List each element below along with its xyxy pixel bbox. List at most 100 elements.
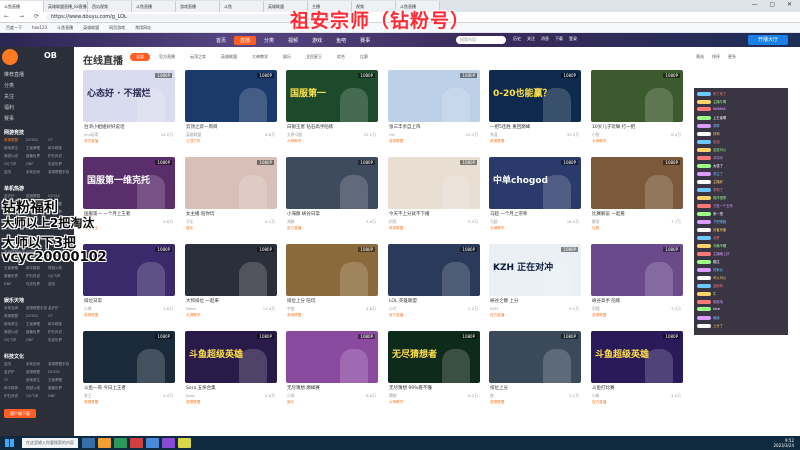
sidebar-game-link[interactable]: QQ飞车 — [48, 274, 61, 279]
stream-thumbnail[interactable]: 1080P — [388, 70, 480, 122]
stream-title[interactable]: 10岁儿子玩嘛 打一把 — [592, 124, 682, 130]
stream-thumbnail[interactable]: 1080P 斗鱼超级英雄 — [591, 331, 683, 383]
sidebar-item[interactable]: 福利 — [4, 104, 14, 111]
streamer-name[interactable]: 可乐 — [186, 219, 194, 225]
stream-title[interactable]: 比赛解说 一起看 — [592, 211, 682, 217]
sidebar-game-link[interactable]: 魔兽世界 — [4, 274, 18, 279]
stream-tag[interactable]: 官方直播 — [389, 313, 403, 318]
streamer-name[interactable]: 小美 — [84, 306, 92, 312]
streamer-name[interactable]: 英雄联盟 — [186, 132, 201, 138]
bookmark-link[interactable]: hao123 — [32, 25, 47, 30]
stream-tag[interactable]: 英雄联盟 — [84, 400, 98, 405]
app-icon[interactable] — [146, 438, 159, 448]
sidebar-game-link[interactable]: DNF — [26, 338, 33, 342]
stream-title[interactable]: 排位上分 — [490, 385, 580, 391]
stream-thumbnail[interactable]: 1080P 无尽猜想者 — [388, 331, 480, 383]
streamer-name[interactable]: 宇宙 — [287, 306, 295, 312]
stream-thumbnail[interactable]: 1080P 中单chogod — [489, 157, 581, 209]
sidebar-game-link[interactable]: 金铲铲 — [48, 306, 59, 311]
stream-card[interactable]: 1080P 国服第一 白银王者 钻石高手陪练 太原马超 22.1万 大神教学 — [286, 70, 378, 154]
sidebar-game-link[interactable]: 永劫无间 — [4, 306, 18, 311]
stream-card[interactable]: 1080P 心态好 · 不摆烂 台湾小姐姐好好说话 Jinx玩家 15.2万 官方直播 — [83, 70, 175, 154]
windows-start-icon[interactable] — [5, 439, 14, 447]
stream-thumbnail[interactable]: 1080P — [591, 244, 683, 296]
sidebar-game-link[interactable]: 坦克世界 — [26, 282, 40, 287]
stream-title[interactable]: LOL 英雄联盟 — [389, 298, 479, 304]
nav-item[interactable]: 首页 — [210, 36, 232, 45]
nav-item[interactable]: 分类 — [258, 36, 280, 45]
stream-card[interactable]: 1080P 无尽猜想 巅峰赛 小雨 6.6万 娱乐 — [286, 331, 378, 415]
sidebar-game-link[interactable]: DNF — [4, 282, 11, 286]
sidebar-game-link[interactable]: 王者荣耀 — [26, 146, 40, 151]
sidebar-game-link[interactable]: 炉石传说 — [4, 394, 18, 399]
streamer-name[interactable]: 小新 — [592, 393, 600, 399]
stream-card[interactable]: 1080P 张三丰亲自上阵 Uzi 12.3万 英雄联盟 — [388, 70, 480, 154]
sidebar-game-link[interactable]: DOTA2 — [48, 370, 60, 374]
filter-tab[interactable]: 大神教学 — [246, 53, 274, 61]
stream-card[interactable]: 1080P 中单chogod 马超 一个月上宗师 马超 18.0万 大神教学 — [489, 157, 581, 241]
browser-tab[interactable]: 斗鱼直播 — [0, 1, 44, 12]
sidebar-game-link[interactable]: 坦克世界 — [48, 338, 62, 343]
stream-card[interactable]: 1080P 10岁儿子玩嘛 打一把 小智 6.4万 大神教学 — [591, 70, 683, 154]
streamer-name[interactable]: Faker — [186, 306, 196, 311]
stream-card[interactable]: 1080P 国服第一维克托 国服第一 一个月上王者 鼎鼎 9.8万 全民星王 — [83, 157, 175, 241]
header-icon-link[interactable]: 登录 — [569, 36, 577, 41]
streamer-name[interactable]: 阿亮 — [389, 219, 397, 225]
bookmark-link[interactable]: 网页游戏 — [109, 25, 125, 30]
stream-card[interactable]: 1080P 排位上分 陪玩 宇宙 4.8万 英雄联盟 — [286, 244, 378, 328]
stream-card[interactable]: 1080P 斗鱼超级英雄 Sora 五杀合集 Sora 2.8万 英雄联盟 — [185, 331, 277, 415]
stream-title[interactable]: 无尽猜想 巅峰赛 — [287, 385, 377, 391]
sidebar-game-link[interactable]: 永劫无间 — [26, 362, 40, 367]
streamer-name[interactable]: 小智 — [592, 132, 600, 138]
filter-tab[interactable]: 官方直播 — [153, 53, 181, 61]
sidebar-game-link[interactable]: CF — [48, 314, 52, 318]
app-icon[interactable] — [162, 438, 175, 448]
stream-tag[interactable]: 英雄联盟 — [84, 313, 98, 318]
filter-tab[interactable]: 比赛 — [354, 53, 374, 61]
streamer-name[interactable]: 老王 — [84, 393, 92, 399]
sidebar-game-link[interactable]: 坦克世界 — [48, 162, 62, 167]
taskbar-search[interactable]: 在这里输入你要搜索的内容 — [22, 438, 78, 448]
stream-title[interactable]: 张三丰亲自上阵 — [389, 124, 479, 130]
sidebar-game-link[interactable]: 绝地求生 — [4, 322, 18, 327]
stream-card[interactable]: 1080P KZH 正在对冲 峡谷之巅 上分 KZH 9.1万 官方直播 — [489, 244, 581, 328]
streamer-name[interactable]: 太原马超 — [287, 132, 302, 138]
stream-tag[interactable]: 娱乐 — [287, 400, 294, 405]
streamer-name[interactable]: Sora — [186, 393, 195, 398]
sidebar-game-link[interactable]: 炉石传说 — [48, 330, 62, 335]
streamer-name[interactable]: 秀逗 — [490, 132, 498, 138]
stream-tag[interactable]: 英雄联盟 — [592, 313, 606, 318]
sidebar-item[interactable]: 推荐直播 — [4, 71, 24, 78]
sidebar-game-link[interactable]: 王者荣耀 — [48, 378, 62, 383]
sidebar-game-link[interactable]: 英雄联盟 — [26, 370, 40, 375]
stream-title[interactable]: 斗鱼一哥 今日上王者 — [84, 385, 174, 391]
stream-card[interactable]: 1080P 斗鱼超级英雄 斗鱼打比赛 小新 4.0万 官方直播 — [591, 331, 683, 415]
stream-tag[interactable]: 英雄联盟 — [389, 139, 403, 144]
bookmark-link[interactable]: 英雄联盟 — [83, 25, 99, 30]
stream-tag[interactable]: 英雄联盟 — [490, 400, 504, 405]
stream-card[interactable]: 1080P 斗鱼一哥 今日上王者 老王 5.9万 英雄联盟 — [83, 331, 175, 415]
streamer-name[interactable]: 夜 — [490, 393, 494, 399]
stream-title[interactable]: 白银王者 钻石高手陪练 — [287, 124, 377, 130]
stream-thumbnail[interactable]: 1080P — [286, 331, 378, 383]
search-input[interactable]: 搜索内容 — [456, 36, 506, 44]
sidebar-game-link[interactable]: 逆战 — [4, 362, 11, 367]
filter-tab[interactable]: 全部 — [130, 53, 150, 61]
stream-thumbnail[interactable]: 1080P — [388, 244, 480, 296]
stream-title[interactable]: 台湾小姐姐好好说话 — [84, 124, 174, 130]
sidebar-game-link[interactable]: 王者荣耀 — [4, 266, 18, 271]
streamer-name[interactable]: 猜想 — [389, 393, 397, 399]
sidebar-game-link[interactable]: 英雄联盟手游 — [48, 362, 69, 367]
nav-item[interactable]: 赛事 — [354, 36, 376, 45]
stream-tag[interactable]: 大神教学 — [592, 139, 606, 144]
stream-title[interactable]: 排位上分 陪玩 — [287, 298, 377, 304]
sidebar-game-link[interactable]: 英雄联盟手游 — [48, 170, 69, 175]
filter-tab[interactable]: 综合 — [331, 53, 351, 61]
stream-card[interactable]: 1080P 云顶之弈一周目 英雄联盟 8.6万 云顶之弈 — [185, 70, 277, 154]
filter-tab[interactable]: 云顶之弈 — [184, 53, 212, 61]
stream-title[interactable]: 国服第一 一个月上王者 — [84, 211, 174, 217]
sidebar-game-link[interactable]: 英雄联盟手游 — [26, 306, 47, 311]
stream-card[interactable]: 1080P 小海豚 峡谷日常 海豚 3.9万 官方直播 — [286, 157, 378, 241]
sidebar-game-link[interactable]: 穿越火线 — [26, 386, 40, 391]
window-controls[interactable]: — ▢ ✕ — [751, 1, 797, 8]
